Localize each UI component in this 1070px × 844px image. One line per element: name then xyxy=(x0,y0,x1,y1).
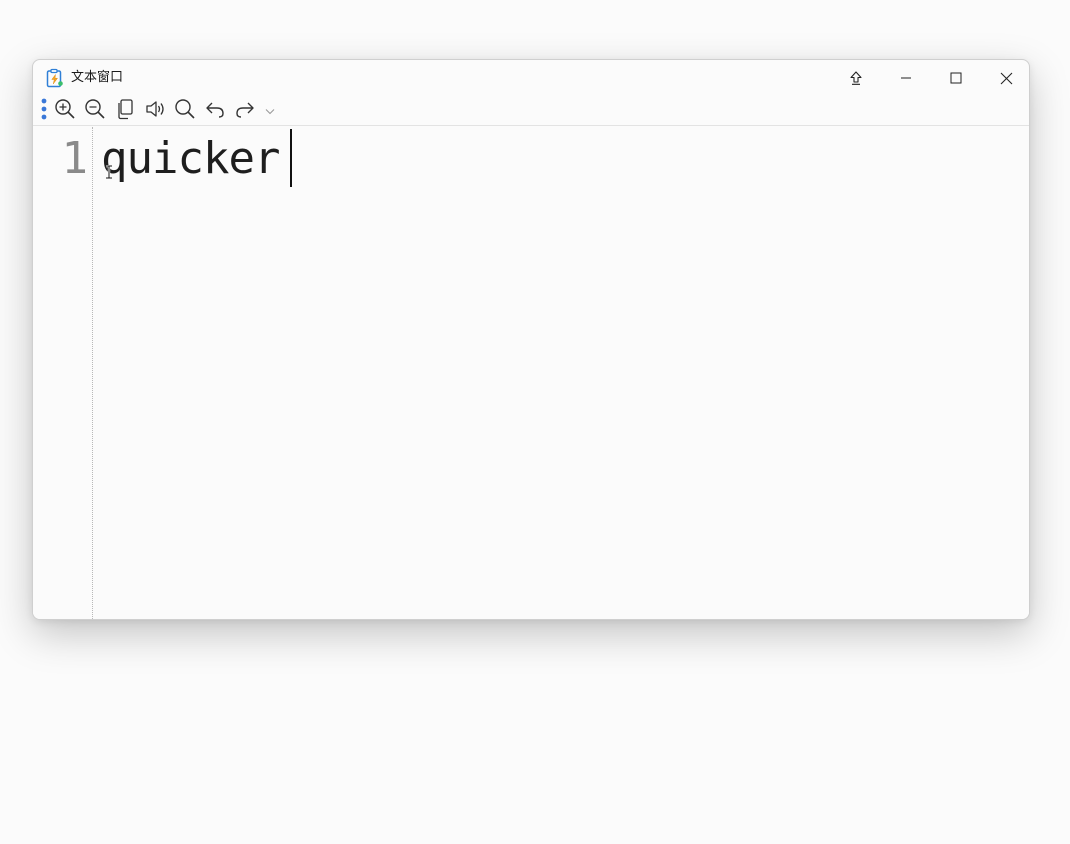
copy-button[interactable] xyxy=(111,98,139,124)
close-button[interactable] xyxy=(983,60,1029,96)
zoom-in-icon xyxy=(54,98,76,124)
text-editor[interactable]: 1 quicker xyxy=(33,127,1029,619)
undo-button[interactable] xyxy=(201,98,229,124)
zoom-in-button[interactable] xyxy=(51,98,79,124)
ibeam-cursor-icon xyxy=(105,164,113,183)
minimize-button[interactable] xyxy=(883,60,929,96)
chevron-down-icon xyxy=(264,102,276,121)
maximize-button[interactable] xyxy=(933,60,979,96)
read-aloud-button[interactable] xyxy=(141,98,169,124)
close-icon xyxy=(1000,72,1013,85)
redo-button[interactable] xyxy=(231,98,259,124)
search-icon xyxy=(174,98,196,124)
more-dropdown-button[interactable] xyxy=(259,98,281,124)
minimize-icon xyxy=(900,72,912,84)
speaker-icon xyxy=(144,98,166,124)
zoom-out-button[interactable] xyxy=(81,98,109,124)
editor-text-line[interactable]: quicker xyxy=(101,134,280,184)
copy-icon xyxy=(115,98,135,124)
pin-top-icon xyxy=(849,70,863,86)
zoom-out-icon xyxy=(84,98,106,124)
clipboard-bolt-icon xyxy=(45,68,65,88)
pin-top-button[interactable] xyxy=(833,60,879,96)
toolbar xyxy=(33,96,1029,126)
text-caret xyxy=(290,129,292,187)
window-title: 文本窗口 xyxy=(71,70,124,85)
text-window: 文本窗口 1 quicker xyxy=(32,59,1030,620)
redo-icon xyxy=(234,98,256,124)
line-number: 1 xyxy=(61,133,89,184)
maximize-icon xyxy=(950,72,962,84)
search-button[interactable] xyxy=(171,98,199,124)
more-icon xyxy=(41,98,47,124)
line-number-gutter: 1 xyxy=(33,127,93,619)
title-bar[interactable]: 文本窗口 xyxy=(33,60,1029,96)
undo-icon xyxy=(204,98,226,124)
